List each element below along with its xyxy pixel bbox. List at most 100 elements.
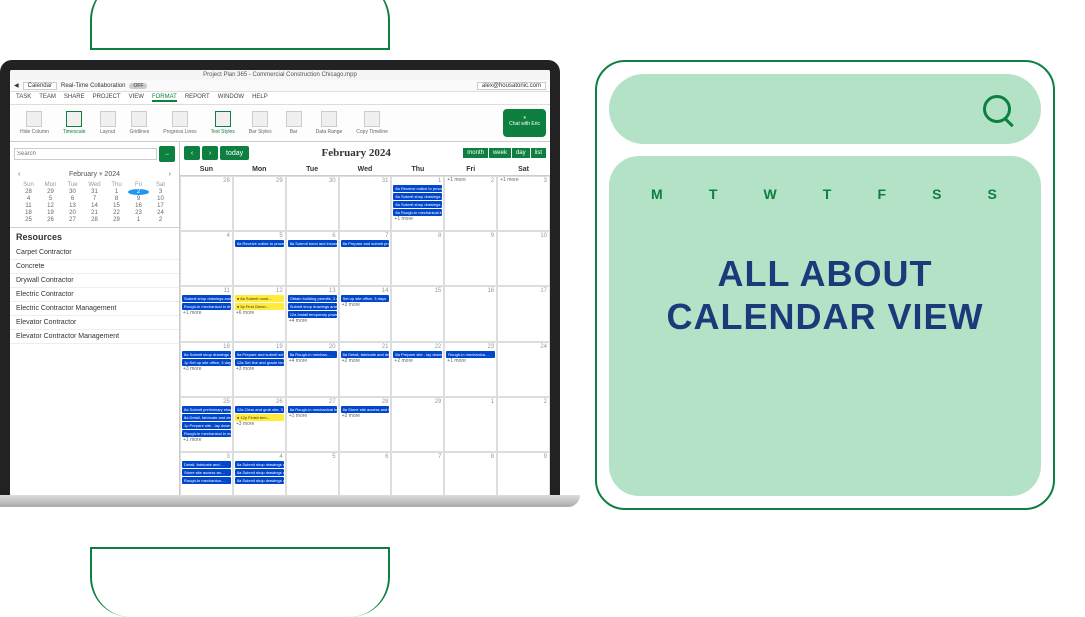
more-events-link[interactable]: +3 more	[234, 421, 285, 427]
calendar-event[interactable]: 8a Submit shop drawings and order long l…	[235, 469, 284, 476]
calendar-cell[interactable]: 78a Prepare and submit project schedule	[339, 231, 392, 286]
calendar-event[interactable]: 8a Submit bond and insurance documen…	[288, 240, 337, 247]
calendar-cell[interactable]: 2612a Clear and grub site, 3 days● 12p F…	[233, 397, 286, 452]
menu-item-report[interactable]: REPORT	[185, 94, 210, 102]
calendar-event[interactable]: 1p Prepare site - lay down yard and temp…	[182, 422, 231, 429]
calendar-event[interactable]: Obtain building permits, 3 days	[288, 295, 337, 302]
search-input[interactable]	[14, 148, 157, 160]
calendar-event[interactable]: 8a Detail, fabricate and deliver steel, …	[182, 414, 231, 421]
ribbon-progress-lines[interactable]: Progress Lines	[157, 109, 202, 137]
view-week-button[interactable]: week	[489, 148, 511, 158]
resource-item[interactable]: Carpet Contractor	[10, 246, 179, 260]
mini-cal-day[interactable]: 19	[40, 210, 61, 216]
mini-cal-day[interactable]: 3	[150, 189, 171, 195]
calendar-cell[interactable]: 28	[180, 176, 233, 231]
calendar-cell[interactable]: 288a Stone site access and temporary par…	[339, 397, 392, 452]
ribbon-gridlines[interactable]: Gridlines	[124, 109, 156, 137]
calendar-event[interactable]: Rough-in mechanical in masonry walls, 4…	[182, 430, 231, 437]
mini-cal-day[interactable]: 2	[150, 217, 171, 223]
ribbon-copy-timeline[interactable]: Copy Timeline	[350, 109, 394, 137]
mini-cal-day[interactable]: 13	[62, 203, 83, 209]
menu-item-window[interactable]: WINDOW	[218, 94, 244, 102]
calendar-cell[interactable]: 30	[286, 176, 339, 231]
calendar-cell[interactable]: 15	[391, 286, 444, 341]
mini-cal-day[interactable]: 24	[150, 210, 171, 216]
more-events-link[interactable]: +1 more	[445, 358, 496, 364]
calendar-cell[interactable]: 14Set up site office, 3 days+3 more	[339, 286, 392, 341]
view-month-button[interactable]: month	[463, 148, 488, 158]
search-go-button[interactable]: →	[159, 146, 175, 162]
menu-item-task[interactable]: TASK	[16, 94, 31, 102]
calendar-cell[interactable]: 9	[444, 231, 497, 286]
calendar-event[interactable]: 12a Set line and grade benchmarks, 3 day…	[235, 359, 284, 366]
calendar-cell[interactable]: 228a Prepare site - lay down yard and te…	[391, 342, 444, 397]
mini-cal-day[interactable]: 20	[62, 210, 83, 216]
calendar-cell[interactable]: 208a Rough-in mechan…+4 more	[286, 342, 339, 397]
mini-cal-day[interactable]: 23	[128, 210, 149, 216]
calendar-event[interactable]: 8a Detail, fabricate and deliver steel, …	[341, 351, 390, 358]
more-events-link[interactable]: +4 more	[287, 318, 338, 324]
mini-cal-day[interactable]: 21	[84, 210, 105, 216]
calendar-event[interactable]: 12a Clear and grub site, 3 days	[235, 406, 284, 413]
calendar-cell[interactable]: 10	[497, 231, 550, 286]
calendar-cell[interactable]: 2+1 more	[444, 176, 497, 231]
more-events-link[interactable]: +6 more	[234, 310, 285, 316]
mini-cal-day[interactable]: 15	[106, 203, 127, 209]
cal-prev-button[interactable]: ‹	[184, 146, 200, 160]
calendar-cell[interactable]: 29	[233, 176, 286, 231]
ribbon-hide-column[interactable]: Hide Column	[14, 109, 55, 137]
resource-item[interactable]: Electric Contractor Management	[10, 302, 179, 316]
more-events-link[interactable]: +2 more	[392, 358, 443, 364]
calendar-event[interactable]: 8a Rough-in mechanical in masonry walls,…	[288, 406, 337, 413]
calendar-cell[interactable]: 29	[391, 397, 444, 452]
mini-cal-day[interactable]: 25	[18, 217, 39, 223]
calendar-event[interactable]: 8a Rough-in mechanical in drywall walls,…	[393, 209, 442, 216]
calendar-event[interactable]: Detail, fabricate and…	[182, 461, 231, 468]
mini-cal-day[interactable]: 2	[128, 189, 149, 195]
more-events-link[interactable]: +3 more	[234, 366, 285, 372]
back-icon[interactable]: ◀	[14, 82, 19, 89]
menu-item-share[interactable]: SHARE	[64, 94, 85, 102]
ribbon-data-range[interactable]: Data Range	[310, 109, 349, 137]
mini-cal-day[interactable]: 18	[18, 210, 39, 216]
cal-today-button[interactable]: today	[220, 146, 249, 160]
calendar-event[interactable]: Set up site office, 3 days	[341, 295, 390, 302]
calendar-cell[interactable]: 23Rough-in mechanica…+1 more	[444, 342, 497, 397]
mini-cal-day[interactable]: 5	[40, 196, 61, 202]
mini-cal-day[interactable]: 1	[128, 217, 149, 223]
calendar-event[interactable]: 8a Rough-in mechan…	[288, 351, 337, 358]
calendar-cell[interactable]: 18a Receive notice to proceed and sign c…	[391, 176, 444, 231]
more-events-link[interactable]: +1 more	[181, 310, 232, 316]
calendar-event[interactable]: 8a Submit shop drawings and order long l…	[182, 351, 231, 358]
menu-item-help[interactable]: HELP	[252, 94, 268, 102]
calendar-cell[interactable]: 16	[444, 286, 497, 341]
calendar-cell[interactable]: 68a Submit bond and insurance documen…	[286, 231, 339, 286]
calendar-event[interactable]: Submit shop drawings and order long lead…	[182, 295, 231, 302]
resource-item[interactable]: Concrete	[10, 260, 179, 274]
calendar-cell[interactable]: 278a Rough-in mechanical in masonry wall…	[286, 397, 339, 452]
calendar-event[interactable]: Rough-in mechanica…	[182, 477, 231, 484]
mini-cal-day[interactable]: 30	[62, 189, 83, 195]
mini-cal-prev[interactable]: ‹	[18, 171, 20, 178]
calendar-cell[interactable]: 17	[497, 286, 550, 341]
calendar-cell[interactable]: 31	[339, 176, 392, 231]
view-day-button[interactable]: day	[512, 148, 530, 158]
calendar-event[interactable]: ● 8a Submit mont…	[235, 295, 284, 302]
mini-cal-day[interactable]: 12	[40, 203, 61, 209]
calendar-event[interactable]: 8a Submit shop drawings and order long l…	[235, 461, 284, 468]
calendar-cell[interactable]: 1	[444, 397, 497, 452]
calendar-event[interactable]: 12a Install temporary power, 2.5 days	[288, 311, 337, 318]
calendar-event[interactable]: ● 5p First Gener…	[235, 303, 284, 310]
calendar-cell[interactable]: 198a Prepare and submit schedule of valu…	[233, 342, 286, 397]
more-events-link[interactable]: +1 more	[498, 177, 549, 183]
ribbon-timescale[interactable]: Timescale	[57, 109, 92, 137]
mini-cal-day[interactable]: 16	[128, 203, 149, 209]
mini-cal-day[interactable]: 10	[150, 196, 171, 202]
ribbon-bar-styles[interactable]: Bar Styles	[243, 109, 278, 137]
calendar-event[interactable]: Rough-in mechanical in drywall walls, 2…	[182, 303, 231, 310]
more-events-link[interactable]: +1 more	[445, 177, 496, 183]
menu-item-format[interactable]: FORMAT	[152, 94, 177, 102]
view-list-button[interactable]: list	[531, 148, 546, 158]
more-events-link[interactable]: +3 more	[181, 366, 232, 372]
mini-cal-month[interactable]: February	[69, 171, 97, 178]
